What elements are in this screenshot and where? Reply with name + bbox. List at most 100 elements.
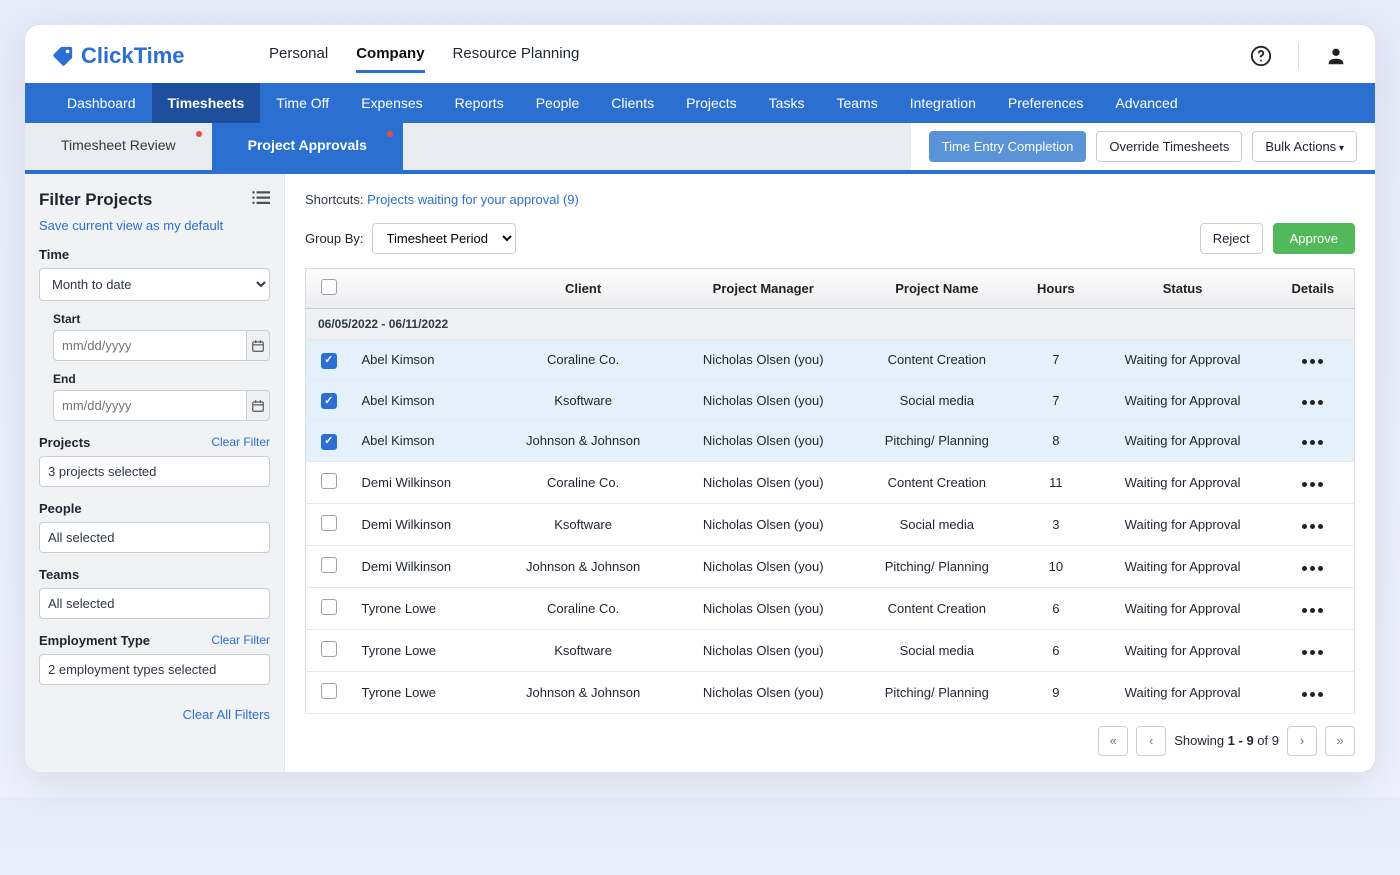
people-select[interactable]: All selected [39,522,270,553]
clear-projects-filter[interactable]: Clear Filter [211,435,270,450]
group-by-select[interactable]: Timesheet Period [372,223,516,254]
cell-status: Waiting for Approval [1094,503,1272,545]
approvals-table: Client Project Manager Project Name Hour… [305,268,1355,714]
table-row[interactable]: Abel KimsonKsoftwareNicholas Olsen (you)… [306,380,1355,421]
table-row[interactable]: Tyrone LoweCoraline Co.Nicholas Olsen (y… [306,587,1355,629]
page-first-button[interactable]: « [1098,726,1128,756]
row-checkbox[interactable] [321,434,337,450]
page-last-button[interactable]: » [1325,726,1355,756]
time-range-select[interactable]: Month to date [39,268,270,301]
tab-label: Timesheet Review [61,137,176,153]
cell-details [1272,503,1355,545]
start-date-input[interactable] [53,330,246,361]
override-timesheets-button[interactable]: Override Timesheets [1096,131,1242,162]
col-project-name[interactable]: Project Name [855,269,1018,309]
table-row[interactable]: Demi WilkinsonJohnson & JohnsonNicholas … [306,545,1355,587]
ribbon-expenses[interactable]: Expenses [345,83,438,123]
tab-timesheet-review[interactable]: Timesheet Review [25,123,212,170]
clear-all-filters-link[interactable]: Clear All Filters [183,707,270,722]
row-checkbox[interactable] [321,393,337,409]
col-status[interactable]: Status [1094,269,1272,309]
table-row[interactable]: Tyrone LoweJohnson & JohnsonNicholas Ols… [306,671,1355,713]
save-view-link[interactable]: Save current view as my default [39,218,223,233]
row-checkbox[interactable] [321,557,337,573]
ribbon-timesheets[interactable]: Timesheets [152,83,261,123]
more-icon[interactable] [1302,482,1323,487]
cell-details [1272,545,1355,587]
more-icon[interactable] [1302,566,1323,571]
page-range-text: Showing 1 - 9 of 9 [1174,733,1279,748]
row-checkbox[interactable] [321,473,337,489]
topnav-personal[interactable]: Personal [269,39,328,73]
row-checkbox[interactable] [321,599,337,615]
ribbon-advanced[interactable]: Advanced [1099,83,1193,123]
cell-client: Ksoftware [495,503,671,545]
cell-project-name: Pitching/ Planning [855,671,1018,713]
bulk-actions-button[interactable]: Bulk Actions [1252,131,1357,162]
shortcuts-link[interactable]: Projects waiting for your approval (9) [367,192,579,207]
ribbon-teams[interactable]: Teams [820,83,893,123]
cell-client: Coraline Co. [495,340,671,381]
row-checkbox[interactable] [321,683,337,699]
cell-person: Demi Wilkinson [352,461,496,503]
cell-project-manager: Nicholas Olsen (you) [671,587,855,629]
more-icon[interactable] [1302,440,1323,445]
tab-project-approvals[interactable]: Project Approvals [212,123,403,170]
table-row[interactable]: Demi WilkinsonKsoftwareNicholas Olsen (y… [306,503,1355,545]
ribbon-projects[interactable]: Projects [670,83,753,123]
end-label: End [53,372,76,386]
col-client[interactable]: Client [495,269,671,309]
user-icon[interactable] [1323,43,1349,69]
cell-project-name: Social media [855,380,1018,421]
more-icon[interactable] [1302,608,1323,613]
col-project-manager[interactable]: Project Manager [671,269,855,309]
ribbon-clients[interactable]: Clients [595,83,670,123]
page-prev-button[interactable]: ‹ [1136,726,1166,756]
ribbon-integration[interactable]: Integration [894,83,992,123]
select-all-checkbox[interactable] [321,279,337,295]
topnav-resource-planning[interactable]: Resource Planning [453,39,580,73]
table-row[interactable]: Abel KimsonJohnson & JohnsonNicholas Ols… [306,421,1355,462]
more-icon[interactable] [1302,400,1323,405]
table-row[interactable]: Abel KimsonCoraline Co.Nicholas Olsen (y… [306,340,1355,381]
cell-project-name: Social media [855,503,1018,545]
cell-details [1272,461,1355,503]
reject-button[interactable]: Reject [1200,223,1263,254]
teams-select[interactable]: All selected [39,588,270,619]
row-checkbox[interactable] [321,353,337,369]
cell-project-manager: Nicholas Olsen (you) [671,503,855,545]
ribbon-reports[interactable]: Reports [439,83,520,123]
more-icon[interactable] [1302,650,1323,655]
page-next-button[interactable]: › [1287,726,1317,756]
cell-client: Ksoftware [495,629,671,671]
col-hours[interactable]: Hours [1018,269,1093,309]
end-date-input[interactable] [53,390,246,421]
ribbon-preferences[interactable]: Preferences [992,83,1099,123]
table-row[interactable]: Tyrone LoweKsoftwareNicholas Olsen (you)… [306,629,1355,671]
ribbon-tasks[interactable]: Tasks [753,83,821,123]
ribbon-dashboard[interactable]: Dashboard [51,83,152,123]
more-icon[interactable] [1302,359,1323,364]
row-checkbox[interactable] [321,641,337,657]
cell-hours: 10 [1018,545,1093,587]
ribbon-people[interactable]: People [520,83,596,123]
brand[interactable]: ClickTime [51,43,251,69]
approve-button[interactable]: Approve [1273,223,1355,254]
cell-project-manager: Nicholas Olsen (you) [671,461,855,503]
employment-type-label: Employment Type Clear Filter [39,633,270,648]
collapse-sidebar-icon[interactable] [252,191,270,210]
table-row[interactable]: Demi WilkinsonCoraline Co.Nicholas Olsen… [306,461,1355,503]
clear-employment-filter[interactable]: Clear Filter [211,633,270,648]
row-checkbox[interactable] [321,515,337,531]
teams-label: Teams [39,567,270,582]
more-icon[interactable] [1302,524,1323,529]
topnav-company[interactable]: Company [356,39,424,73]
help-icon[interactable] [1248,43,1274,69]
calendar-icon[interactable] [246,330,270,361]
ribbon-time-off[interactable]: Time Off [260,83,345,123]
time-entry-completion-button[interactable]: Time Entry Completion [929,131,1087,162]
projects-select[interactable]: 3 projects selected [39,456,270,487]
calendar-icon[interactable] [246,390,270,421]
employment-type-select[interactable]: 2 employment types selected [39,654,270,685]
more-icon[interactable] [1302,692,1323,697]
